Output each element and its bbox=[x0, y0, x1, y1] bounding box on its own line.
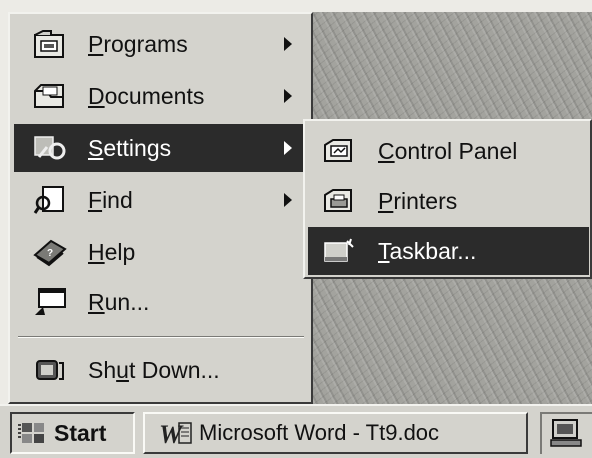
menu-item-shutdown[interactable]: Shut Down... bbox=[14, 346, 306, 394]
scan-margin-top bbox=[0, 0, 592, 12]
submenu-item-taskbar[interactable]: Taskbar... bbox=[308, 227, 589, 275]
windows-logo-icon bbox=[18, 419, 48, 447]
mnemonic: S bbox=[88, 134, 104, 161]
task-label: Microsoft Word - Tt9.doc bbox=[199, 420, 440, 445]
start-button[interactable]: Start bbox=[10, 412, 135, 454]
submenu-arrow-icon bbox=[284, 37, 292, 51]
mnemonic: P bbox=[378, 187, 394, 214]
find-icon bbox=[32, 182, 68, 218]
menu-item-programs[interactable]: Programs bbox=[14, 20, 306, 68]
menu-item-run[interactable]: Run... bbox=[14, 278, 306, 326]
mnemonic: H bbox=[88, 238, 105, 265]
submenu-arrow-icon bbox=[284, 141, 292, 155]
mnemonic: P bbox=[88, 30, 104, 57]
mnemonic: R bbox=[88, 288, 105, 315]
tray-icon[interactable] bbox=[549, 416, 585, 453]
settings-submenu: Control Panel Printers Taskbar... bbox=[303, 119, 592, 279]
start-label: Start bbox=[54, 419, 107, 446]
taskbar-icon bbox=[322, 234, 356, 268]
menu-item-settings[interactable]: Settings bbox=[14, 124, 306, 172]
menu-item-help[interactable]: ? Help bbox=[14, 228, 306, 276]
svg-text:?: ? bbox=[47, 248, 53, 259]
settings-icon bbox=[32, 130, 68, 166]
menu-divider bbox=[18, 336, 304, 338]
printers-icon bbox=[322, 184, 356, 218]
programs-folder-icon bbox=[32, 26, 68, 62]
mnemonic: u bbox=[116, 356, 129, 383]
submenu-item-printers[interactable]: Printers bbox=[308, 177, 589, 225]
run-icon bbox=[32, 284, 68, 320]
start-menu: Programs Documents Settings Find ? Help … bbox=[8, 12, 313, 404]
documents-folder-icon bbox=[32, 78, 68, 114]
mnemonic: C bbox=[378, 137, 395, 164]
mnemonic: T bbox=[378, 237, 390, 264]
system-tray[interactable] bbox=[540, 412, 592, 454]
task-button-word[interactable]: W Microsoft Word - Tt9.doc bbox=[143, 412, 528, 454]
help-book-icon: ? bbox=[32, 234, 68, 270]
scan-margin-left bbox=[0, 0, 8, 408]
shutdown-icon bbox=[32, 352, 68, 388]
menu-item-documents[interactable]: Documents bbox=[14, 72, 306, 120]
taskbar: Start W Microsoft Word - Tt9.doc bbox=[0, 404, 592, 458]
mnemonic: D bbox=[88, 82, 105, 109]
mnemonic: F bbox=[88, 186, 103, 213]
word-w-icon: W bbox=[157, 419, 193, 449]
submenu-arrow-icon bbox=[284, 89, 292, 103]
submenu-item-control-panel[interactable]: Control Panel bbox=[308, 127, 589, 175]
menu-item-find[interactable]: Find bbox=[14, 176, 306, 224]
control-panel-icon bbox=[322, 134, 356, 168]
submenu-arrow-icon bbox=[284, 193, 292, 207]
